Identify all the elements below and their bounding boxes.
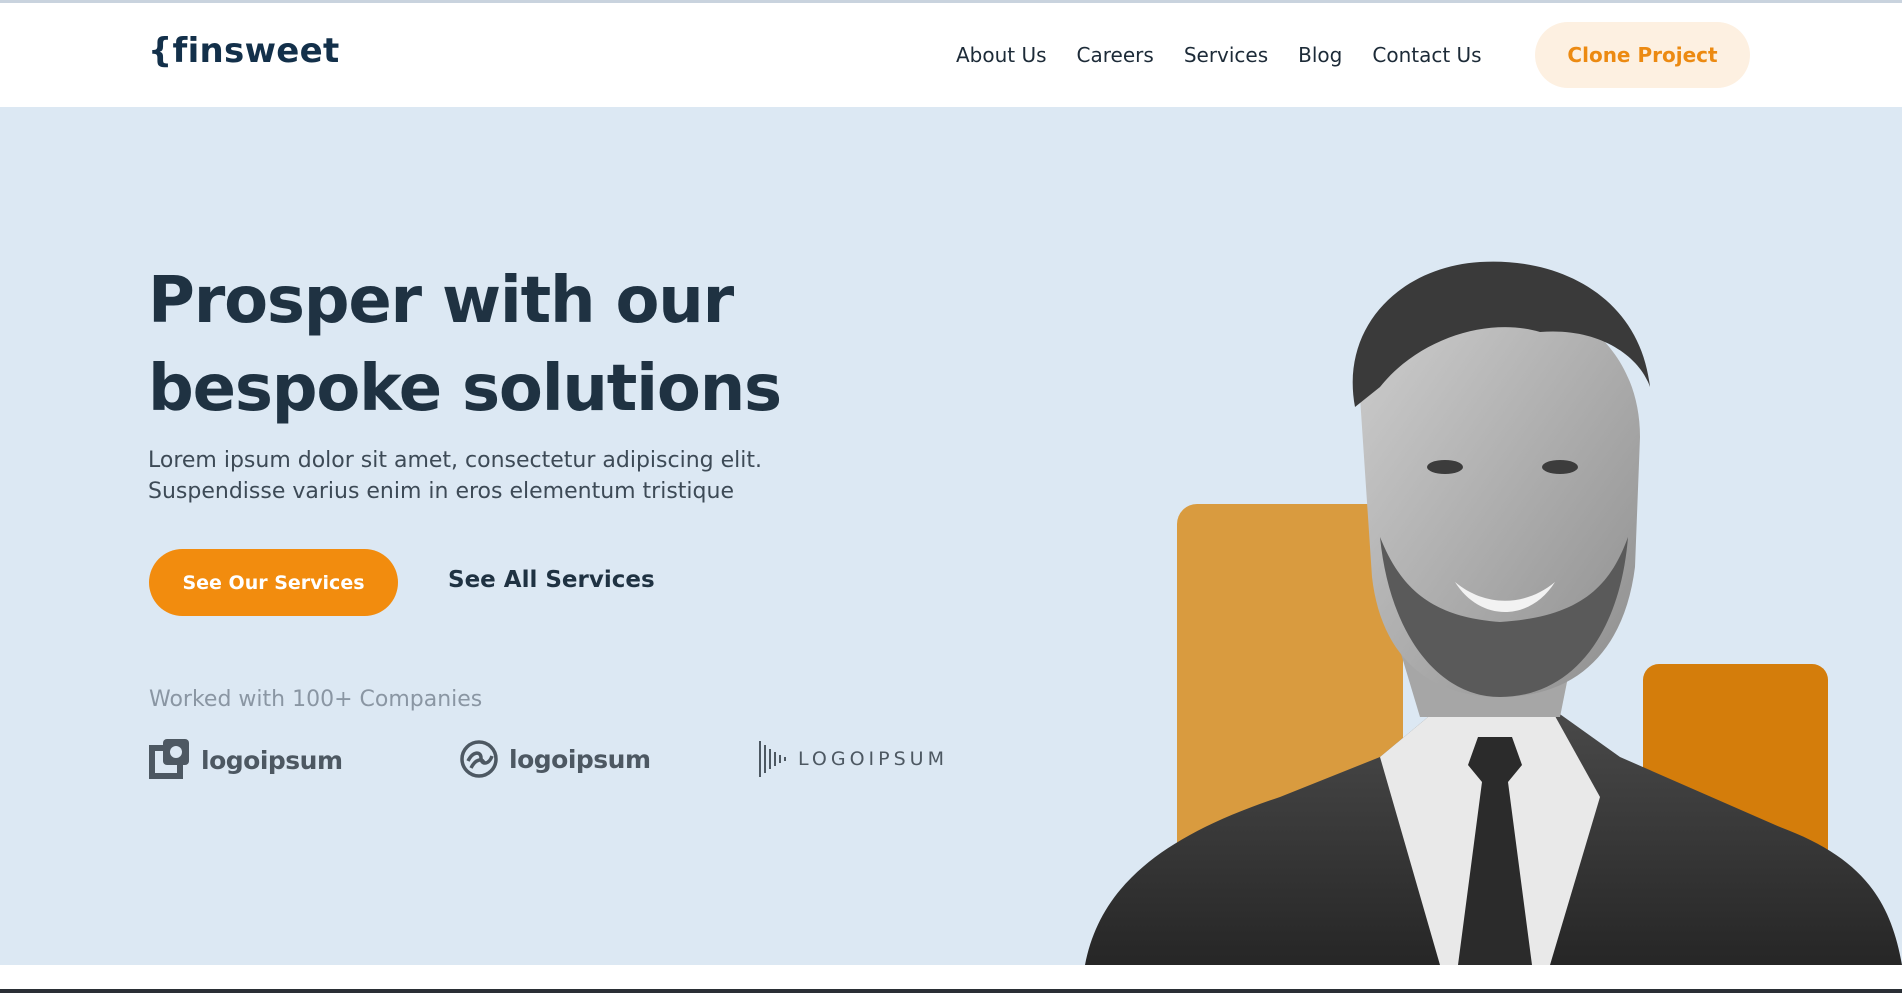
nav-careers[interactable]: Careers [1077,43,1154,67]
hero-title: Prosper with our bespoke solutions [148,264,782,426]
clone-project-button[interactable]: Clone Project [1535,22,1750,88]
client-logo-1-text: logoipsum [201,745,343,775]
hero-person-image [1085,261,1902,965]
bottom-border [0,989,1902,993]
nav-services[interactable]: Services [1184,43,1268,67]
hero-subtitle-line-1: Lorem ipsum dolor sit amet, consectetur … [148,448,762,473]
client-logo-2-text: logoipsum [509,744,651,774]
logoipsum-square-icon [149,739,189,779]
client-logo-3: LOGOIPSUM [758,739,948,779]
hero-subtitle-line-2: Suspendisse varius enim in eros elementu… [148,479,734,504]
logoipsum-circle-icon [460,740,498,778]
hero-subtitle: Lorem ipsum dolor sit amet, consectetur … [148,445,828,507]
logoipsum-bars-icon [759,741,786,777]
worked-with-label: Worked with 100+ Companies [149,687,483,712]
client-logo-1: logoipsum [149,739,343,781]
main-nav: About Us Careers Services Blog Contact U… [956,43,1512,67]
nav-blog[interactable]: Blog [1298,43,1342,67]
see-our-services-button[interactable]: See Our Services [149,549,398,616]
nav-about-us[interactable]: About Us [956,43,1047,67]
client-logo-3-text: LOGOIPSUM [798,748,948,770]
site-header: {finsweet About Us Careers Services Blog… [0,3,1902,107]
nav-contact-us[interactable]: Contact Us [1372,43,1481,67]
client-logo-2: logoipsum [459,739,651,779]
hero-section: Prosper with our bespoke solutions Lorem… [0,107,1902,965]
see-all-services-link[interactable]: See All Services [448,567,655,593]
site-logo[interactable]: {finsweet [148,31,340,71]
